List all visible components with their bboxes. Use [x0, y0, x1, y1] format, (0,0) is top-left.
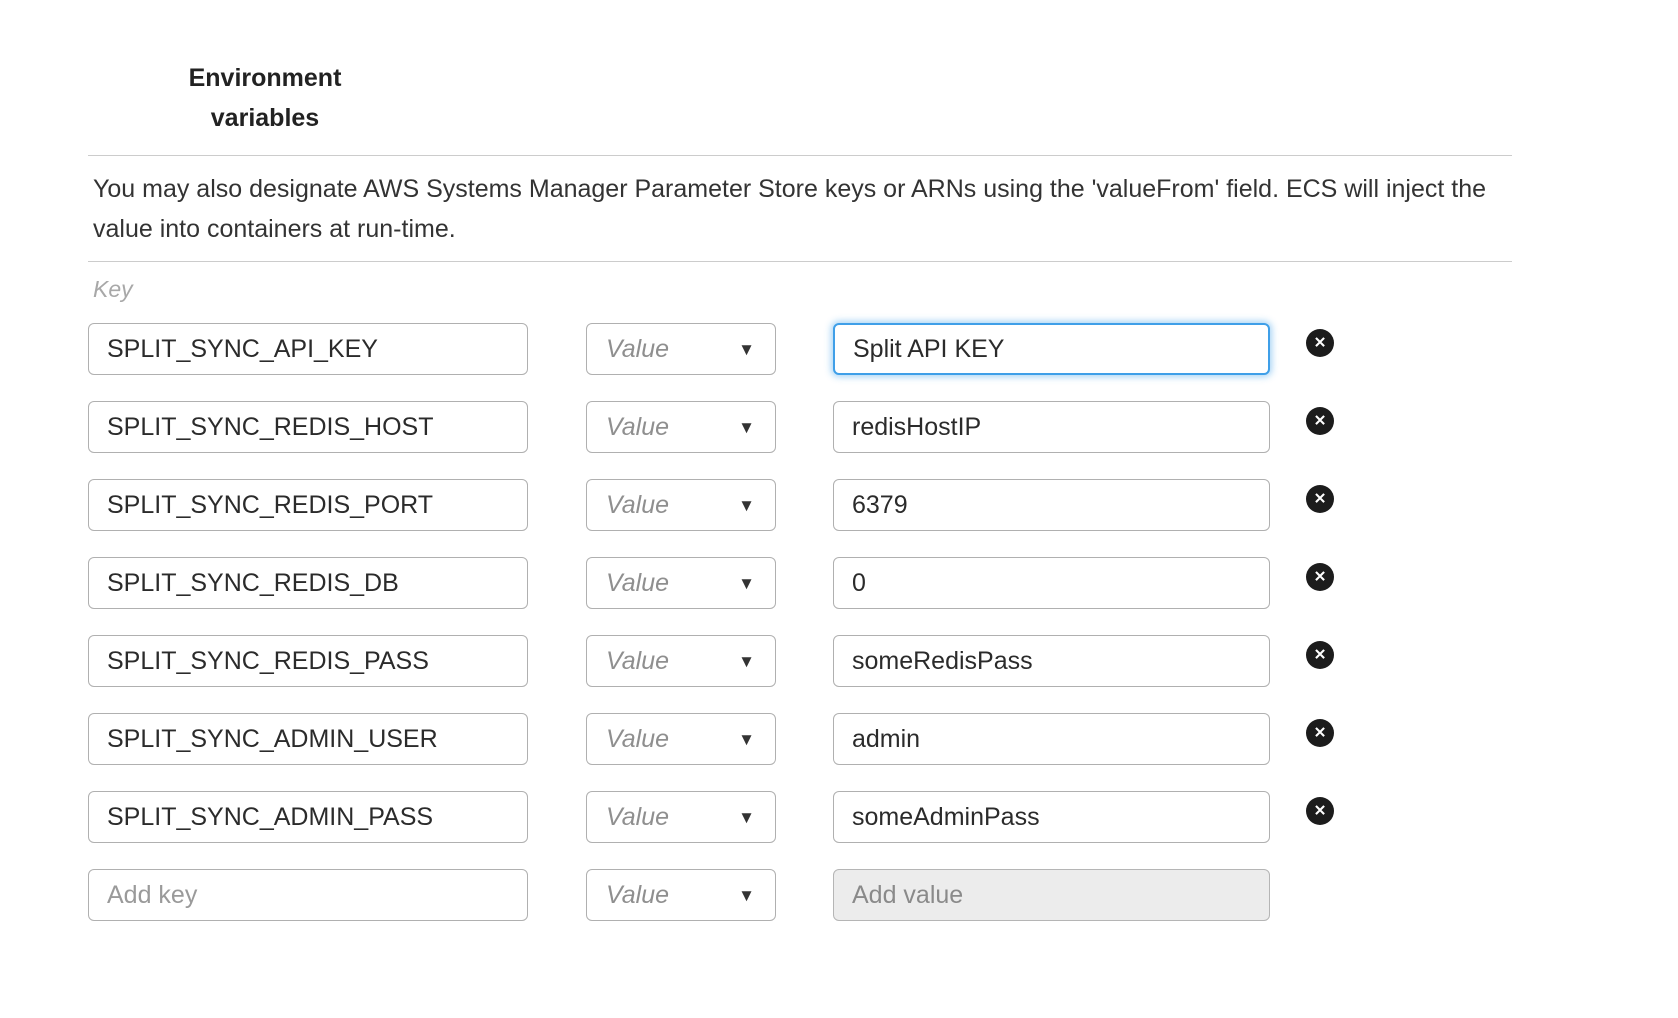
value-type-label: Value — [606, 569, 669, 598]
env-key-input[interactable] — [88, 713, 528, 765]
env-value-input[interactable] — [833, 479, 1270, 531]
env-var-row: Value ▼ ✕ — [88, 713, 1512, 765]
env-key-input[interactable] — [88, 401, 528, 453]
add-key-input[interactable] — [88, 869, 528, 921]
value-type-select[interactable]: Value ▼ — [586, 557, 776, 609]
value-type-label: Value — [606, 335, 669, 364]
env-var-row: Value ▼ ✕ — [88, 635, 1512, 687]
chevron-down-icon: ▼ — [738, 419, 755, 436]
section-description: You may also designate AWS Systems Manag… — [88, 169, 1512, 249]
env-var-row: Value ▼ ✕ — [88, 401, 1512, 453]
env-key-input[interactable] — [88, 557, 528, 609]
value-type-label: Value — [606, 491, 669, 520]
value-type-label: Value — [606, 803, 669, 832]
env-key-input[interactable] — [88, 791, 528, 843]
env-value-input[interactable] — [833, 791, 1270, 843]
chevron-down-icon: ▼ — [738, 341, 755, 358]
delete-row-button[interactable]: ✕ — [1306, 485, 1334, 513]
close-icon: ✕ — [1314, 569, 1327, 584]
value-type-label: Value — [606, 647, 669, 676]
environment-variables-section: Environment variables You may also desig… — [88, 0, 1512, 921]
value-type-select[interactable]: Value ▼ — [586, 479, 776, 531]
add-value-input[interactable] — [833, 869, 1270, 921]
close-icon: ✕ — [1314, 413, 1327, 428]
chevron-down-icon: ▼ — [738, 497, 755, 514]
value-type-label: Value — [606, 413, 669, 442]
env-var-row: Value ▼ ✕ — [88, 323, 1512, 375]
delete-row-button[interactable]: ✕ — [1306, 797, 1334, 825]
divider — [88, 261, 1512, 262]
add-env-var-row: Value ▼ — [88, 869, 1512, 921]
key-column-header: Key — [88, 276, 1512, 303]
value-type-select[interactable]: Value ▼ — [586, 323, 776, 375]
env-key-input[interactable] — [88, 479, 528, 531]
close-icon: ✕ — [1314, 647, 1327, 662]
env-var-rows: Value ▼ ✕ Value ▼ ✕ Value ▼ ✕ Value — [88, 323, 1512, 921]
section-title: Environment variables — [180, 58, 350, 138]
delete-row-button[interactable]: ✕ — [1306, 407, 1334, 435]
chevron-down-icon: ▼ — [738, 809, 755, 826]
env-var-row: Value ▼ ✕ — [88, 557, 1512, 609]
close-icon: ✕ — [1314, 725, 1327, 740]
env-var-row: Value ▼ ✕ — [88, 791, 1512, 843]
delete-row-button[interactable]: ✕ — [1306, 641, 1334, 669]
env-value-input[interactable] — [833, 557, 1270, 609]
value-type-label: Value — [606, 725, 669, 754]
chevron-down-icon: ▼ — [738, 653, 755, 670]
chevron-down-icon: ▼ — [738, 575, 755, 592]
divider — [88, 155, 1512, 156]
delete-row-button[interactable]: ✕ — [1306, 329, 1334, 357]
close-icon: ✕ — [1314, 803, 1327, 818]
delete-row-button[interactable]: ✕ — [1306, 719, 1334, 747]
value-type-select[interactable]: Value ▼ — [586, 713, 776, 765]
chevron-down-icon: ▼ — [738, 731, 755, 748]
chevron-down-icon: ▼ — [738, 887, 755, 904]
delete-row-button[interactable]: ✕ — [1306, 563, 1334, 591]
env-var-row: Value ▼ ✕ — [88, 479, 1512, 531]
env-value-input[interactable] — [833, 323, 1270, 375]
value-type-select[interactable]: Value ▼ — [586, 635, 776, 687]
env-key-input[interactable] — [88, 635, 528, 687]
close-icon: ✕ — [1314, 335, 1327, 350]
env-value-input[interactable] — [833, 635, 1270, 687]
env-value-input[interactable] — [833, 401, 1270, 453]
env-key-input[interactable] — [88, 323, 528, 375]
value-type-select[interactable]: Value ▼ — [586, 869, 776, 921]
env-value-input[interactable] — [833, 713, 1270, 765]
close-icon: ✕ — [1314, 491, 1327, 506]
value-type-select[interactable]: Value ▼ — [586, 401, 776, 453]
value-type-label: Value — [606, 881, 669, 910]
value-type-select[interactable]: Value ▼ — [586, 791, 776, 843]
